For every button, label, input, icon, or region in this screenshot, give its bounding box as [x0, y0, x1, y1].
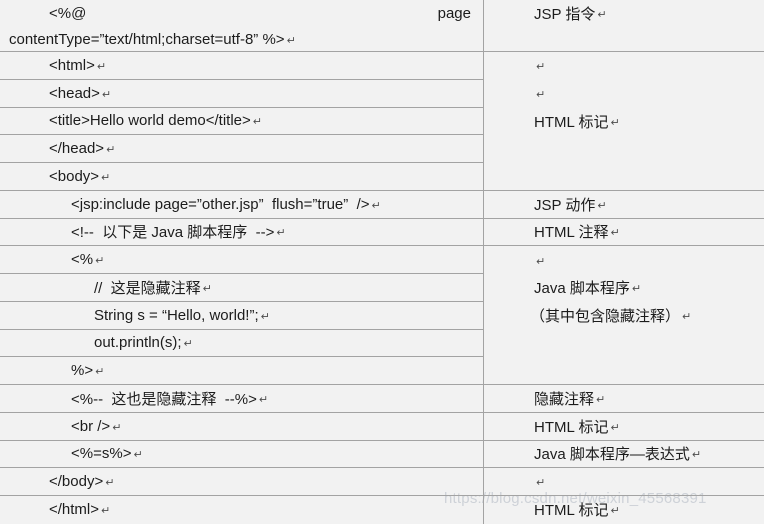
paragraph-mark-icon: ↵ — [536, 61, 546, 74]
code-text: </body> — [49, 473, 104, 491]
code-text: <jsp:include page=”other.jsp” flush=”tru… — [71, 195, 370, 213]
code-line-body-open: <body> ↵ — [0, 163, 483, 191]
paragraph-mark-icon: ↵ — [183, 338, 193, 351]
annotation-html-comment: HTML 注释 ↵ — [483, 218, 764, 247]
paragraph-mark-icon: ↵ — [682, 311, 692, 324]
annotation-text: （其中包含隐藏注释） — [530, 308, 681, 326]
jsp-code-table: <%@ page contentType=”text/html;charset=… — [0, 0, 764, 524]
annotation-java-scriptlet: ↵ Java 脚本程序 ↵ （其中包含隐藏注释） ↵ — [483, 246, 764, 385]
code-line-string-decl: String s = “Hello, world!”; ↵ — [0, 302, 483, 330]
code-text: <head> — [49, 84, 100, 102]
code-text: <%=s%> — [71, 445, 132, 463]
paragraph-mark-icon: ↵ — [536, 255, 546, 268]
paragraph-mark-icon: ↵ — [610, 421, 620, 434]
paragraph-mark-icon: ↵ — [101, 88, 112, 101]
paragraph-mark-icon: ↵ — [95, 366, 105, 379]
paragraph-mark-icon: ↵ — [101, 505, 111, 518]
code-line-expression: <%=s%> ↵ — [0, 441, 483, 469]
code-text: page — [437, 4, 471, 22]
paragraph-mark-icon: ↵ — [276, 227, 286, 240]
code-line-html-open: <html> ↵ — [0, 52, 483, 80]
paragraph-mark-icon: ↵ — [631, 283, 642, 296]
annotation-html-tag-top: ↵ ↵ HTML 标记 ↵ — [483, 52, 764, 191]
paragraph-mark-icon: ↵ — [260, 310, 270, 323]
paragraph-mark-icon: ↵ — [258, 393, 269, 406]
paragraph-mark-icon: ↵ — [95, 255, 105, 268]
code-text: </html> — [49, 501, 100, 519]
code-text: <br /> — [71, 417, 111, 435]
paragraph-mark-icon: ↵ — [597, 199, 607, 212]
annotation-html-tag-br: HTML 标记 ↵ — [483, 412, 764, 441]
code-line-br: <br /> ↵ — [0, 413, 483, 441]
paragraph-mark-icon: ↵ — [610, 227, 620, 240]
paragraph-mark-icon: ↵ — [202, 282, 212, 295]
paragraph-mark-icon: ↵ — [596, 393, 606, 406]
paragraph-mark-icon: ↵ — [105, 477, 115, 490]
code-line-scriptlet-open: <% ↵ — [0, 246, 483, 274]
annotation-text: HTML 标记 — [534, 418, 609, 436]
code-text: out.println(s); — [94, 334, 182, 352]
paragraph-mark-icon: ↵ — [610, 505, 620, 518]
annotation-jsp-action: JSP 动作 ↵ — [483, 190, 764, 219]
code-text: contentType=”text/html;charset=utf-8” %> — [9, 30, 285, 48]
annotation-blank: ↵ — [483, 468, 764, 496]
code-line-java-comment: // 这是隐藏注释 ↵ — [0, 274, 483, 302]
code-line-head-close: </head> ↵ — [0, 135, 483, 163]
annotation-text: HTML 注释 — [534, 224, 609, 242]
paragraph-mark-icon: ↵ — [691, 449, 702, 462]
paragraph-mark-icon: ↵ — [106, 144, 116, 157]
annotation-text: Java 脚本程序 — [534, 280, 630, 298]
paragraph-mark-icon: ↵ — [371, 199, 381, 212]
annotation-jsp-directive: JSP 指令 ↵ — [483, 0, 764, 52]
annotation-html-tag-bottom: HTML 标记 ↵ — [483, 496, 764, 524]
paragraph-mark-icon: ↵ — [597, 9, 607, 22]
paragraph-mark-icon: ↵ — [610, 116, 620, 129]
code-line-html-close: </html> ↵ — [0, 496, 483, 524]
jsp-syntax-table-page: https://blog.csdn.net/weixin_45568391 <%… — [0, 0, 764, 524]
annotation-text: HTML 标记 — [534, 502, 609, 520]
code-text: <title>Hello world demo</title> — [49, 112, 251, 130]
code-line-jsp-include: <jsp:include page=”other.jsp” flush=”tru… — [0, 191, 483, 219]
annotation-java-expression: Java 脚本程序—表达式 ↵ — [483, 440, 764, 469]
code-text: <!-- 以下是 Java 脚本程序 --> — [71, 224, 275, 242]
annotation-text: 隐藏注释 — [534, 390, 595, 408]
code-line-page-directive: <%@ page contentType=”text/html;charset=… — [0, 0, 483, 52]
paragraph-mark-icon: ↵ — [536, 89, 546, 102]
code-text: <body> — [49, 167, 100, 185]
annotation-hidden-comment: 隐藏注释 ↵ — [483, 385, 764, 413]
annotation-text: Java 脚本程序—表达式 — [534, 446, 690, 464]
paragraph-mark-icon: ↵ — [252, 116, 262, 129]
code-line-head-open: <head> ↵ — [0, 80, 483, 108]
paragraph-mark-icon: ↵ — [96, 60, 107, 73]
code-line-scriptlet-close: %> ↵ — [0, 357, 483, 385]
paragraph-mark-icon: ↵ — [133, 449, 143, 462]
code-text: %> — [71, 362, 94, 380]
code-text: <%@ — [49, 4, 87, 22]
code-line-jsp-hidden-comment: <%-- 这也是隐藏注释 --%> ↵ — [0, 385, 483, 413]
code-line-html-comment: <!-- 以下是 Java 脚本程序 --> ↵ — [0, 219, 483, 247]
annotation-text: JSP 指令 — [534, 6, 596, 24]
paragraph-mark-icon: ↵ — [286, 34, 296, 47]
code-text: String s = “Hello, world!”; — [94, 306, 259, 324]
code-line-out-println: out.println(s); ↵ — [0, 330, 483, 358]
code-text: <%-- 这也是隐藏注释 --%> — [71, 390, 257, 408]
annotation-text: HTML 标记 — [534, 113, 609, 131]
code-line-title: <title>Hello world demo</title> ↵ — [0, 108, 483, 136]
code-text: <html> — [49, 56, 95, 74]
paragraph-mark-icon: ↵ — [101, 171, 111, 184]
annotation-text: JSP 动作 — [534, 196, 596, 214]
code-text: <% — [71, 251, 94, 269]
paragraph-mark-icon: ↵ — [112, 421, 122, 434]
code-text: </head> — [49, 140, 105, 158]
paragraph-mark-icon: ↵ — [536, 477, 546, 490]
code-line-body-close: </body> ↵ — [0, 468, 483, 496]
code-text: // 这是隐藏注释 — [94, 279, 201, 297]
